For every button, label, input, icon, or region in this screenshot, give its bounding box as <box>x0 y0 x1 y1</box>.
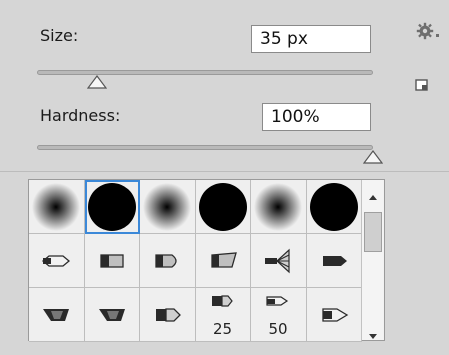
size-label: Size: <box>40 26 79 45</box>
brush-preset[interactable] <box>195 180 251 234</box>
brush-tip-icon <box>265 248 290 274</box>
brush-preset[interactable] <box>140 234 196 288</box>
hardness-slider-track[interactable] <box>37 145 373 150</box>
brush-tip-icon <box>322 256 347 266</box>
grid-scrollbar[interactable] <box>361 180 383 340</box>
brush-size-label: 50 <box>268 320 288 338</box>
chevron-down-icon[interactable] <box>368 326 378 339</box>
brush-preset[interactable] <box>140 288 196 342</box>
brush-tip-icon <box>309 183 358 231</box>
brush-preset[interactable] <box>306 234 362 288</box>
brush-tip-icon <box>254 183 302 231</box>
brush-preset-picker: Size: 35 px Hardness: 100% 25 50 <box>0 0 449 355</box>
brush-preset[interactable] <box>84 180 140 234</box>
brush-preset[interactable] <box>29 234 85 288</box>
brush-tip-icon <box>210 252 237 268</box>
brush-tip-icon <box>41 255 71 267</box>
brush-preset[interactable]: 25 <box>195 288 251 342</box>
brush-tip-icon <box>156 308 181 322</box>
brush-preset-grid: 25 50 <box>28 179 385 342</box>
brush-preset[interactable] <box>306 180 362 234</box>
divider <box>0 171 449 172</box>
brush-preset[interactable] <box>84 234 140 288</box>
brush-tip-icon <box>32 183 80 231</box>
brush-tip-icon <box>143 183 191 231</box>
brush-tip-icon <box>155 254 177 268</box>
size-input[interactable]: 35 px <box>251 25 371 53</box>
hardness-slider-thumb[interactable] <box>362 149 384 164</box>
new-preset-icon[interactable] <box>414 77 430 93</box>
gear-icon[interactable] <box>416 22 442 44</box>
brush-preset[interactable] <box>306 288 362 342</box>
brush-preset[interactable] <box>251 180 307 234</box>
hardness-input[interactable]: 100% <box>262 103 371 131</box>
brush-tip-icon <box>99 254 124 268</box>
hardness-label: Hardness: <box>40 106 121 125</box>
brush-size-label: 25 <box>212 320 233 338</box>
brush-preset[interactable] <box>29 180 85 234</box>
brush-preset[interactable] <box>84 288 140 342</box>
brush-preset[interactable]: 50 <box>251 288 307 342</box>
brush-tip-icon <box>43 309 69 321</box>
brush-preset[interactable] <box>29 288 85 342</box>
brush-preset[interactable] <box>140 180 196 234</box>
brush-tip-icon <box>198 183 247 231</box>
brush-preset[interactable] <box>195 234 251 288</box>
chevron-up-icon[interactable] <box>368 186 378 200</box>
brush-tip-icon <box>321 308 348 322</box>
brush-preset[interactable] <box>251 234 307 288</box>
size-slider-thumb[interactable] <box>87 74 108 89</box>
brush-tip-icon <box>98 309 125 321</box>
brush-tip-icon <box>87 183 136 231</box>
scrollbar-thumb[interactable] <box>364 212 382 252</box>
